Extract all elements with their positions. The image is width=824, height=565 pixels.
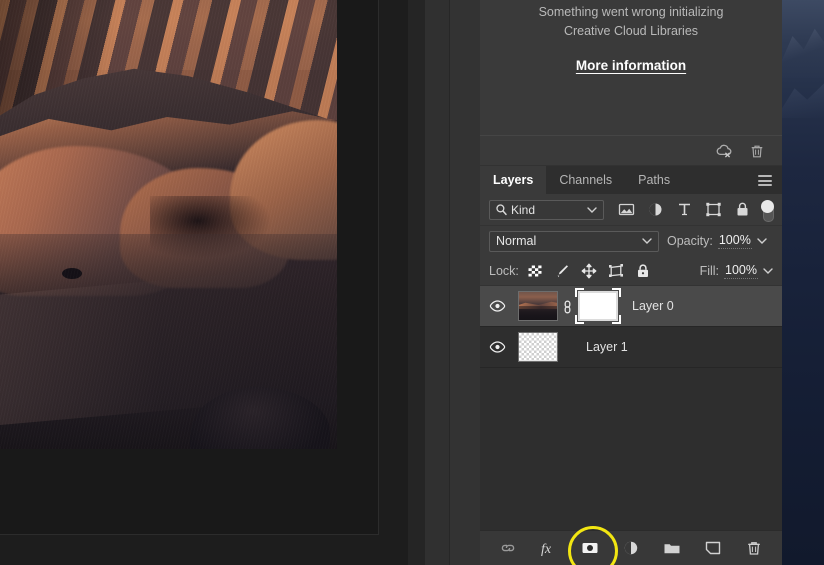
- wallpaper-mountain-ridge: [782, 28, 824, 78]
- right-panel-column: Something went wrong initializing Creati…: [480, 0, 782, 565]
- layer-style-fx-button[interactable]: fx: [539, 538, 559, 558]
- layer-visibility-toggle[interactable]: [480, 341, 514, 353]
- table-row[interactable]: Layer 1: [480, 327, 782, 368]
- tab-paths-label: Paths: [638, 173, 671, 187]
- tab-layers-label: Layers: [493, 173, 534, 187]
- chevron-down-icon[interactable]: [757, 237, 767, 245]
- lock-row: Lock: Fill: 100%: [480, 256, 782, 286]
- dock-collapsed-strip[interactable]: [425, 0, 450, 565]
- tab-channels[interactable]: Channels: [546, 166, 625, 194]
- layers-panel-tabbar: Layers Channels Paths: [480, 166, 782, 194]
- document-canvas-area[interactable]: [0, 0, 408, 565]
- filter-kind-label: Kind: [511, 202, 536, 217]
- tab-paths[interactable]: Paths: [625, 166, 683, 194]
- tab-channels-label: Channels: [559, 173, 613, 187]
- libraries-panel-footer: [480, 135, 782, 165]
- chevron-down-icon[interactable]: [763, 267, 773, 275]
- new-layer-button[interactable]: [703, 538, 723, 558]
- more-information-link[interactable]: More information: [480, 58, 782, 73]
- panel-menu-icon[interactable]: [758, 175, 772, 186]
- table-row[interactable]: Layer 0: [480, 286, 782, 327]
- panel-dock-background: [408, 0, 481, 565]
- layer-visibility-toggle[interactable]: [480, 300, 514, 312]
- cloud-error-icon[interactable]: [716, 142, 734, 160]
- layer-name[interactable]: Layer 0: [632, 299, 674, 313]
- photo-grain-overlay: [0, 0, 337, 449]
- canvas-photo-desert-dunes[interactable]: [0, 0, 337, 449]
- filter-enable-toggle[interactable]: [761, 199, 775, 222]
- fill-value[interactable]: 100%: [724, 263, 758, 279]
- lock-buttons: [527, 263, 651, 279]
- delete-icon[interactable]: [748, 142, 766, 160]
- photoshop-window-screenshot: Something went wrong initializing Creati…: [0, 0, 824, 565]
- fill-control: Fill: 100%: [700, 263, 773, 279]
- blend-mode-dropdown[interactable]: Normal: [489, 230, 659, 252]
- opacity-control: Opacity: 100%: [667, 233, 767, 249]
- document-window[interactable]: [0, 0, 379, 535]
- add-layer-mask-button[interactable]: [568, 526, 618, 565]
- layer-thumbnail[interactable]: [518, 291, 558, 321]
- lock-all-icon[interactable]: [635, 263, 651, 279]
- creative-cloud-libraries-panel: Something went wrong initializing Creati…: [480, 0, 782, 165]
- chevron-down-icon: [587, 206, 597, 214]
- new-group-button[interactable]: [662, 538, 682, 558]
- desktop-wallpaper: [782, 0, 824, 565]
- lock-position-icon[interactable]: [581, 263, 597, 279]
- chevron-down-icon: [642, 237, 652, 245]
- filter-type-layers-icon[interactable]: [676, 201, 693, 218]
- filter-smart-object-layers-icon[interactable]: [734, 201, 751, 218]
- blend-mode-row: Normal Opacity: 100%: [480, 226, 782, 256]
- tab-layers[interactable]: Layers: [480, 166, 547, 194]
- layer-name[interactable]: Layer 1: [586, 340, 628, 354]
- filter-shape-layers-icon[interactable]: [705, 201, 722, 218]
- search-icon: [495, 203, 508, 216]
- layers-panel: Layers Channels Paths Kind Normal Opacit…: [480, 166, 782, 565]
- libraries-error-line-2: Creative Cloud Libraries: [563, 24, 699, 38]
- dock-shadow-strip: [409, 0, 425, 565]
- link-layers-button[interactable]: [498, 538, 518, 558]
- lock-transparent-pixels-icon[interactable]: [527, 263, 543, 279]
- delete-layer-button[interactable]: [744, 538, 764, 558]
- blend-mode-value: Normal: [496, 234, 537, 248]
- lock-image-pixels-icon[interactable]: [554, 263, 570, 279]
- libraries-error-message: Something went wrong initializing Creati…: [480, 0, 782, 41]
- opacity-value[interactable]: 100%: [717, 233, 752, 249]
- svg-text:fx: fx: [541, 542, 552, 557]
- lock-artboard-nesting-icon[interactable]: [608, 263, 624, 279]
- filter-kind-dropdown[interactable]: Kind: [489, 199, 605, 220]
- photoshop-application-window: Something went wrong initializing Creati…: [0, 0, 782, 565]
- layer-list: Layer 0 Layer 1: [480, 286, 782, 486]
- opacity-label: Opacity:: [667, 234, 713, 248]
- layers-panel-footer: fx: [480, 526, 782, 565]
- mask-link-icon[interactable]: [560, 298, 574, 314]
- layer-thumbnail[interactable]: [518, 332, 558, 362]
- layers-panel-controls: Kind Normal Opacity: 100% Lock: Fill: 10…: [480, 194, 782, 286]
- lock-label: Lock:: [489, 263, 519, 278]
- filter-pixel-layers-icon[interactable]: [618, 201, 635, 218]
- new-adjustment-layer-button[interactable]: [621, 538, 641, 558]
- fill-label: Fill:: [699, 263, 720, 278]
- layer-filter-row: Kind: [480, 194, 782, 226]
- libraries-error-line-1: Something went wrong initializing: [538, 5, 724, 19]
- filter-adjustment-layers-icon[interactable]: [647, 201, 664, 218]
- layer-mask-thumbnail[interactable]: [575, 288, 621, 324]
- layer-type-filter-icons: [618, 201, 751, 218]
